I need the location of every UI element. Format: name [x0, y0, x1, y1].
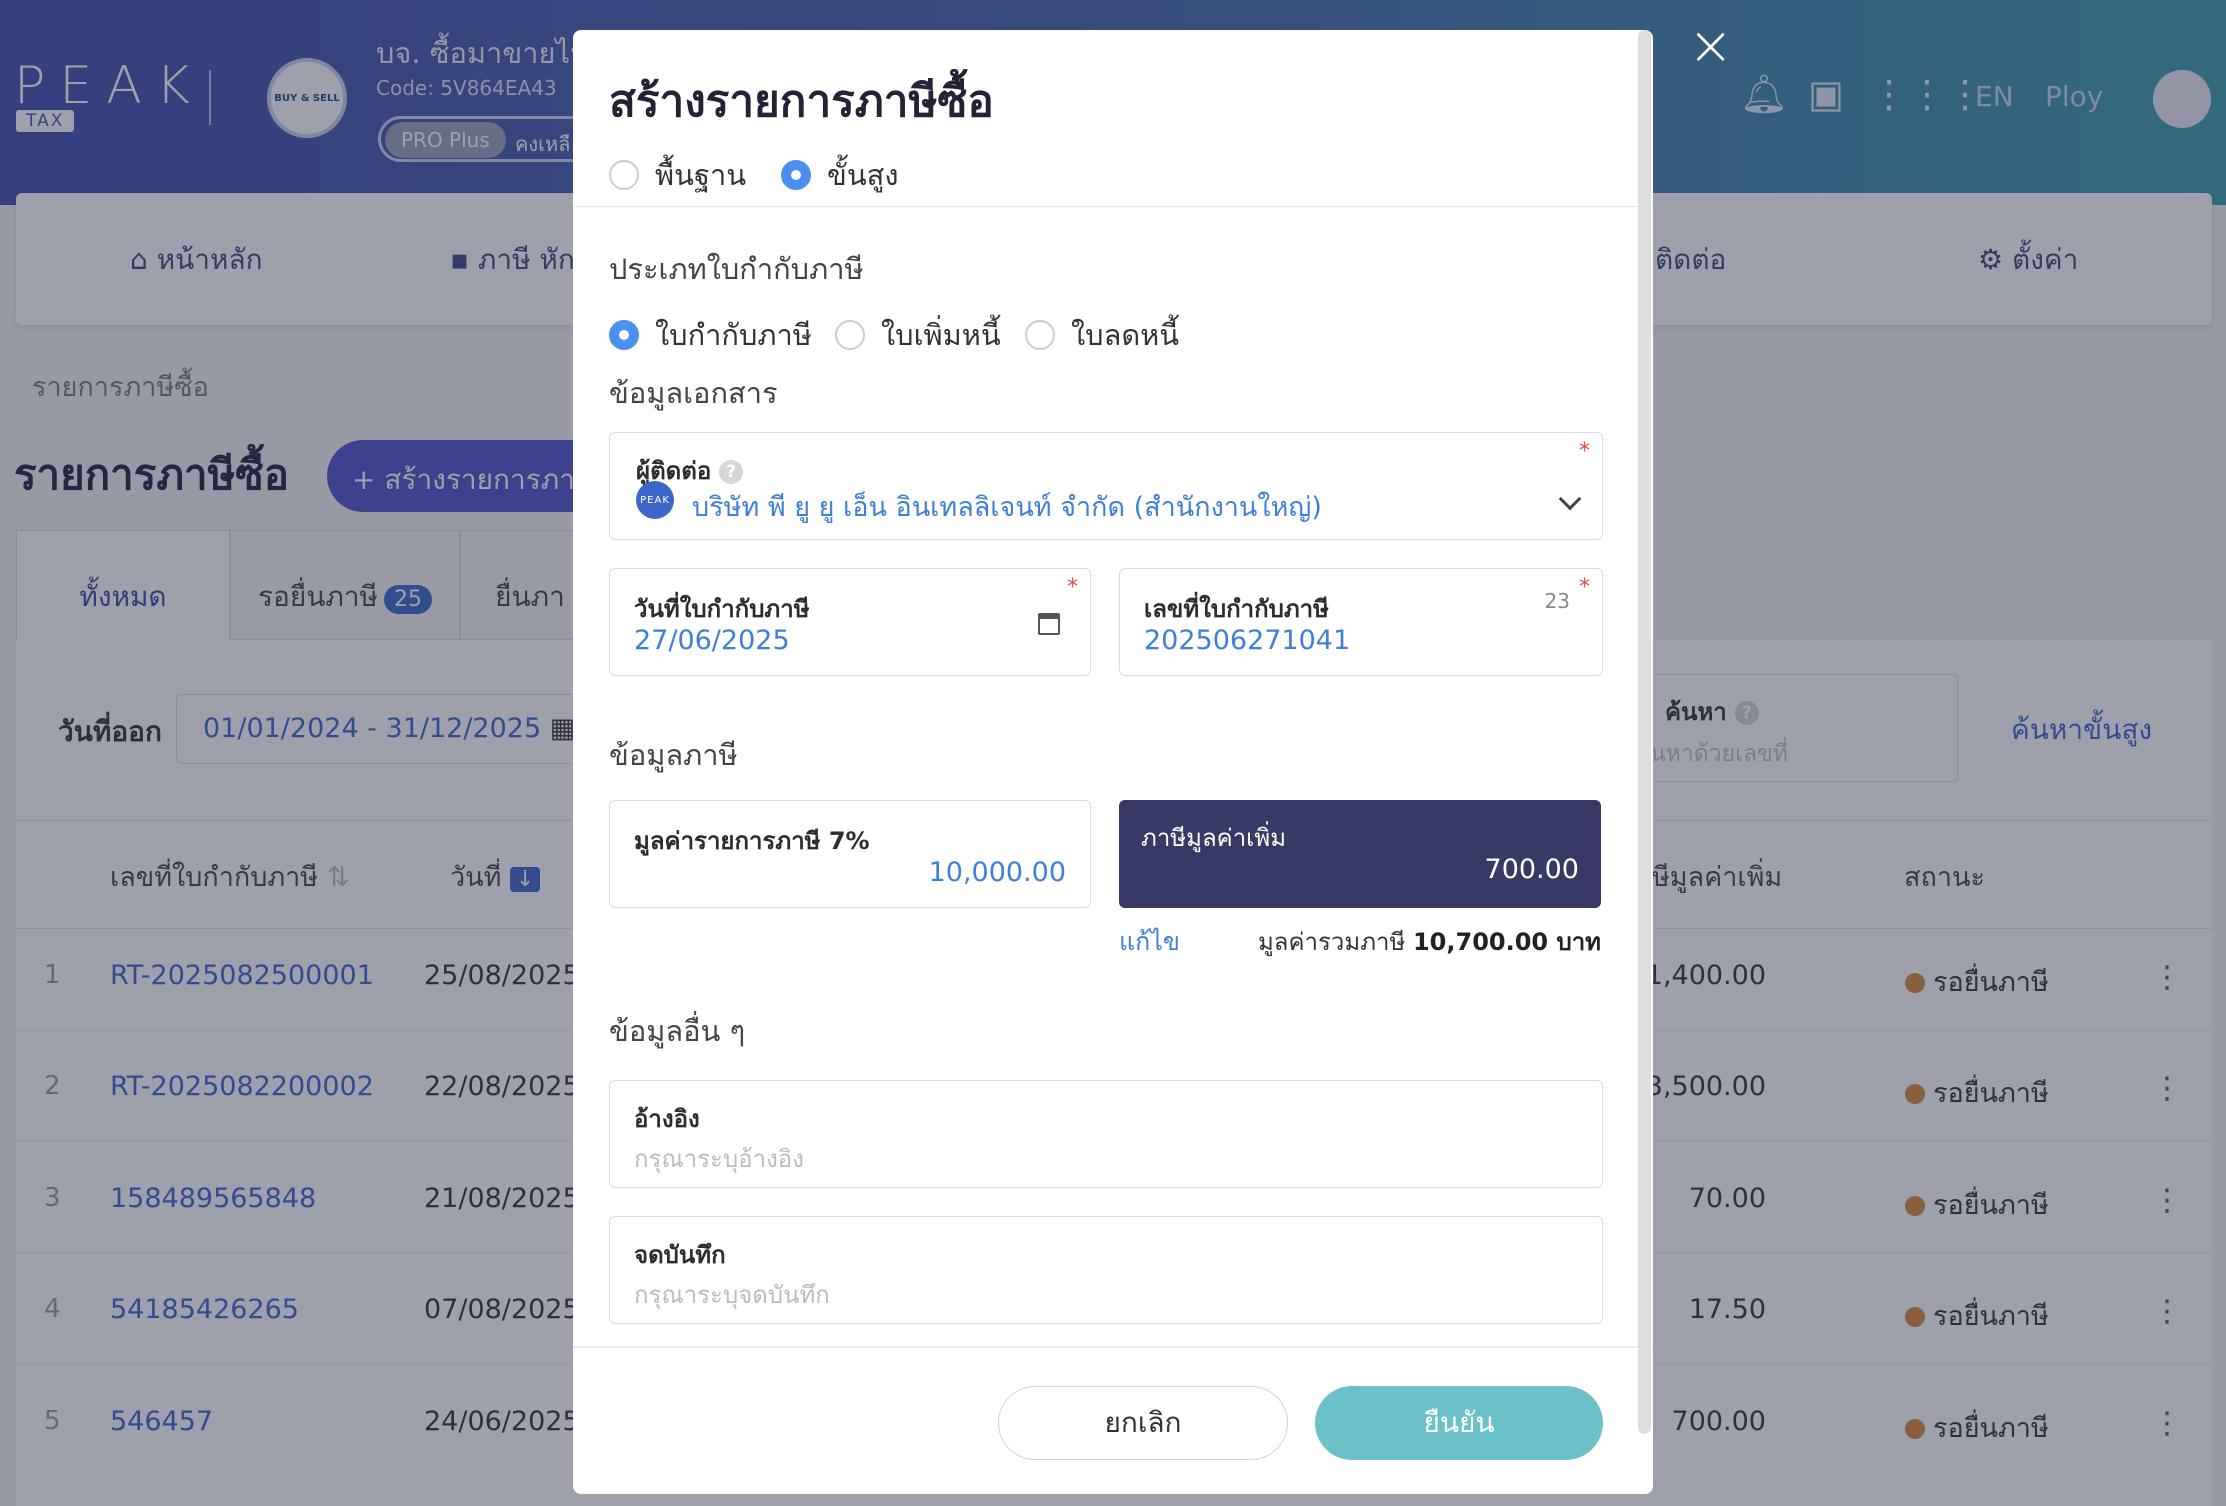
cancel-button[interactable]: ยกเลิก — [998, 1386, 1288, 1460]
invoice-type-label: ประเภทใบกำกับภาษี — [609, 252, 864, 286]
radio-off-icon — [1025, 320, 1055, 350]
mode-basic-radio[interactable]: พื้นฐาน — [609, 152, 746, 198]
mode-basic-label: พื้นฐาน — [655, 158, 747, 192]
modal-header-divider — [573, 206, 1653, 207]
invoice-type-label: ใบลดหนี้ — [1071, 318, 1180, 352]
close-icon[interactable]: × — [1688, 19, 1733, 73]
chevron-down-icon[interactable] — [1558, 487, 1582, 511]
reference-label: อ้างอิง — [634, 1105, 700, 1133]
invoice-type-credit-note[interactable]: ใบลดหนี้ — [1025, 312, 1179, 358]
calendar-icon[interactable] — [1038, 613, 1060, 635]
required-mark: * — [1579, 575, 1590, 600]
note-input[interactable]: จดบันทึก กรุณาระบุจดบันทึก — [609, 1216, 1603, 1324]
contact-logo: PEAK — [636, 481, 674, 519]
invoice-date-label: วันที่ใบกำกับภาษี — [634, 595, 810, 623]
contact-value: บริษัท พี ยู ยู เอ็น อินเทลลิเจนท์ จำกัด… — [692, 492, 1322, 523]
total-with-tax: มูลค่ารวมภาษี 10,700.00 บาท — [1257, 928, 1601, 956]
invoice-type-tax-invoice[interactable]: ใบกำกับภาษี — [609, 312, 812, 358]
confirm-button[interactable]: ยืนยัน — [1315, 1386, 1603, 1460]
vat-label: ภาษีมูลค่าเพิ่ม — [1141, 824, 1287, 852]
contact-select[interactable]: ผู้ติดต่อ? * PEAK บริษัท พี ยู ยู เอ็น อ… — [609, 432, 1603, 540]
note-placeholder: กรุณาระบุจดบันทึก — [634, 1281, 830, 1309]
invoice-number-label: เลขที่ใบกำกับภาษี — [1144, 595, 1329, 623]
edit-vat-link[interactable]: แก้ไข — [1119, 922, 1180, 962]
other-info-label: ข้อมูลอื่น ๆ — [609, 1014, 746, 1048]
invoice-number-field[interactable]: เลขที่ใบกำกับภาษี * 23 202506271041 — [1119, 568, 1603, 676]
modal-scrollbar[interactable] — [1638, 30, 1651, 1434]
create-purchase-tax-modal: สร้างรายการภาษีซื้อ พื้นฐาน ขั้นสูง ประเ… — [573, 30, 1653, 1494]
char-counter: 23 — [1544, 589, 1570, 613]
invoice-type-label: ใบกำกับภาษี — [655, 318, 812, 352]
radio-on-icon — [609, 320, 639, 350]
taxable-amount-value: 10,000.00 — [928, 857, 1066, 888]
taxable-amount-field[interactable]: มูลค่ารายการภาษี 7% 10,000.00 — [609, 800, 1091, 908]
mode-advanced-label: ขั้นสูง — [827, 158, 899, 192]
invoice-number-value: 202506271041 — [1144, 625, 1351, 656]
vat-amount-box: ภาษีมูลค่าเพิ่ม 700.00 — [1119, 800, 1601, 908]
required-mark: * — [1067, 575, 1078, 600]
required-mark: * — [1579, 439, 1590, 464]
invoice-date-field[interactable]: วันที่ใบกำกับภาษี * 27/06/2025 — [609, 568, 1091, 676]
invoice-type-label: ใบเพิ่มหนี้ — [881, 318, 1001, 352]
modal-title: สร้างรายการภาษีซื้อ — [609, 76, 994, 127]
modal-footer-divider — [573, 1346, 1653, 1348]
radio-on-icon — [781, 160, 811, 190]
radio-off-icon — [835, 320, 865, 350]
invoice-type-debit-note[interactable]: ใบเพิ่มหนี้ — [835, 312, 1001, 358]
mode-advanced-radio[interactable]: ขั้นสูง — [781, 152, 899, 198]
invoice-date-value: 27/06/2025 — [634, 625, 790, 656]
reference-input[interactable]: อ้างอิง กรุณาระบุอ้างอิง — [609, 1080, 1603, 1188]
note-label: จดบันทึก — [634, 1241, 726, 1269]
reference-placeholder: กรุณาระบุอ้างอิง — [634, 1145, 804, 1173]
vat-value: 700.00 — [1484, 854, 1579, 885]
document-info-label: ข้อมูลเอกสาร — [609, 376, 778, 410]
total-value: 10,700.00 บาท — [1412, 928, 1601, 956]
tax-info-label: ข้อมูลภาษี — [609, 738, 738, 772]
radio-off-icon — [609, 160, 639, 190]
help-icon[interactable]: ? — [719, 460, 744, 484]
taxable-amount-label: มูลค่ารายการภาษี 7% — [634, 827, 870, 855]
